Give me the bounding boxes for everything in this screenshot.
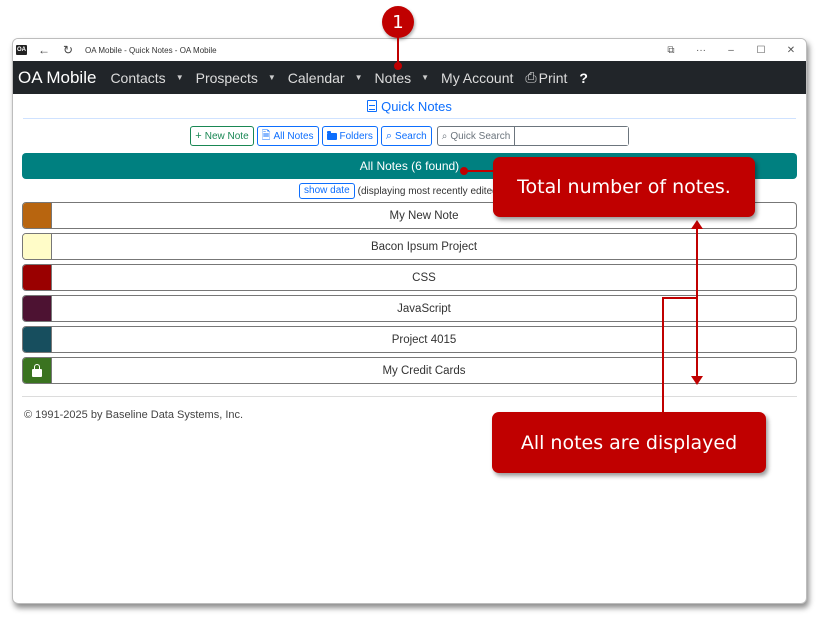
callout-bracket-horizontal bbox=[662, 297, 697, 299]
arrow-down-icon bbox=[691, 376, 703, 385]
nav-print-label: Print bbox=[538, 69, 568, 86]
note-title: Bacon Ipsum Project bbox=[370, 240, 478, 253]
note-title: My Credit Cards bbox=[382, 364, 466, 377]
document-icon bbox=[367, 100, 378, 112]
document-icon: 🗎 bbox=[261, 129, 271, 142]
show-date-button[interactable]: show date bbox=[299, 183, 355, 199]
divider bbox=[23, 118, 796, 119]
note-color-swatch bbox=[23, 265, 52, 290]
callout-total-notes: Total number of notes. bbox=[493, 157, 755, 217]
folders-label: Folders bbox=[339, 130, 373, 142]
title-bar: OA ← ↻ OA Mobile - Quick Notes - OA Mobi… bbox=[13, 39, 806, 61]
maximize-button[interactable]: ☐ bbox=[746, 45, 776, 56]
nav-contacts-label: Contacts bbox=[110, 69, 166, 86]
search-button[interactable]: ⌕ Search bbox=[380, 126, 432, 146]
nav-prospects[interactable]: Prospects ▼ bbox=[196, 70, 276, 86]
step-badge: 1 bbox=[382, 6, 414, 38]
note-color-swatch bbox=[23, 203, 52, 228]
more-options-icon[interactable]: ··· bbox=[686, 45, 716, 56]
nav-prospects-label: Prospects bbox=[195, 69, 258, 86]
refresh-icon[interactable]: ↻ bbox=[61, 43, 75, 57]
callout-bracket-vertical bbox=[662, 297, 664, 413]
note-color-swatch bbox=[23, 358, 52, 383]
search-label: Search bbox=[395, 130, 427, 142]
app-switch-icon[interactable]: ⧉ bbox=[656, 45, 686, 56]
quick-search-label-text: Quick Search bbox=[450, 130, 511, 142]
note-title: CSS bbox=[412, 271, 436, 284]
nav-help[interactable]: ? bbox=[579, 70, 588, 86]
callout-all-notes-displayed: All notes are displayed bbox=[492, 412, 766, 473]
step-badge-pointer bbox=[394, 62, 402, 70]
all-notes-button[interactable]: 🗎 All Notes bbox=[256, 126, 319, 146]
browser-window: OA ← ↻ OA Mobile - Quick Notes - OA Mobi… bbox=[12, 38, 807, 604]
brand-link[interactable]: OA Mobile bbox=[18, 68, 96, 88]
back-arrow-icon[interactable]: ← bbox=[37, 43, 51, 57]
arrow-up-icon bbox=[691, 220, 703, 229]
note-color-swatch bbox=[23, 234, 52, 259]
nav-contacts[interactable]: Contacts ▼ bbox=[110, 70, 183, 86]
nav-my-account[interactable]: My Account bbox=[441, 70, 513, 86]
note-item[interactable]: JavaScript bbox=[22, 295, 797, 322]
note-title: JavaScript bbox=[397, 302, 451, 315]
page-title: Quick Notes bbox=[13, 94, 806, 118]
nav-calendar-label: Calendar bbox=[287, 69, 345, 86]
page-title-text: Quick Notes bbox=[381, 99, 452, 114]
note-color-swatch bbox=[23, 327, 52, 352]
nav-calendar[interactable]: Calendar ▼ bbox=[288, 70, 363, 86]
app-logo-icon: OA bbox=[16, 45, 27, 55]
note-title: Project 4015 bbox=[391, 333, 457, 346]
printer-icon: ⎙ bbox=[525, 69, 537, 85]
lock-icon bbox=[32, 363, 42, 377]
note-color-swatch bbox=[23, 296, 52, 321]
quick-search-group: ⌕ Quick Search bbox=[436, 126, 629, 146]
notes-toolbar: + New Note 🗎 All Notes Folders ⌕ Search ⌕ Qu… bbox=[13, 125, 806, 147]
nav-notes[interactable]: Notes ▼ bbox=[375, 70, 430, 86]
nav-notes-label: Notes bbox=[374, 69, 412, 86]
quick-search-input[interactable] bbox=[515, 127, 628, 145]
caret-down-icon: ▼ bbox=[175, 73, 184, 82]
divider bbox=[22, 396, 797, 397]
search-icon: ⌕ bbox=[385, 129, 393, 142]
all-notes-label: All Notes bbox=[273, 130, 314, 142]
note-item[interactable]: Bacon Ipsum Project bbox=[22, 233, 797, 260]
arrow-vertical-line bbox=[696, 228, 698, 378]
nav-my-account-label: My Account bbox=[441, 69, 514, 86]
plus-icon: + bbox=[195, 130, 202, 142]
quick-search-label: ⌕ Quick Search bbox=[438, 127, 516, 145]
minimize-button[interactable]: – bbox=[716, 45, 746, 56]
note-item[interactable]: My Credit Cards bbox=[22, 357, 797, 384]
window-title: OA Mobile - Quick Notes - OA Mobile bbox=[85, 45, 217, 55]
caret-down-icon: ▼ bbox=[267, 73, 276, 82]
close-button[interactable]: ✕ bbox=[776, 45, 806, 56]
search-icon: ⌕ bbox=[441, 130, 448, 142]
note-item[interactable]: CSS bbox=[22, 264, 797, 291]
caret-down-icon: ▼ bbox=[354, 73, 363, 82]
notes-list: My New Note Bacon Ipsum Project CSS Java… bbox=[22, 202, 797, 384]
new-note-label: New Note bbox=[204, 130, 249, 142]
callout-connector-line bbox=[466, 170, 496, 172]
step-badge-connector bbox=[397, 37, 399, 63]
note-item[interactable]: Project 4015 bbox=[22, 326, 797, 353]
new-note-button[interactable]: + New Note bbox=[190, 126, 254, 146]
folders-button[interactable]: Folders bbox=[321, 126, 378, 146]
main-navbar: OA Mobile Contacts ▼ Prospects ▼ Calendar ▼… bbox=[13, 61, 806, 94]
caret-down-icon: ▼ bbox=[421, 73, 430, 82]
folder-icon bbox=[326, 130, 337, 140]
nav-print[interactable]: ⎙ Print bbox=[525, 69, 567, 86]
